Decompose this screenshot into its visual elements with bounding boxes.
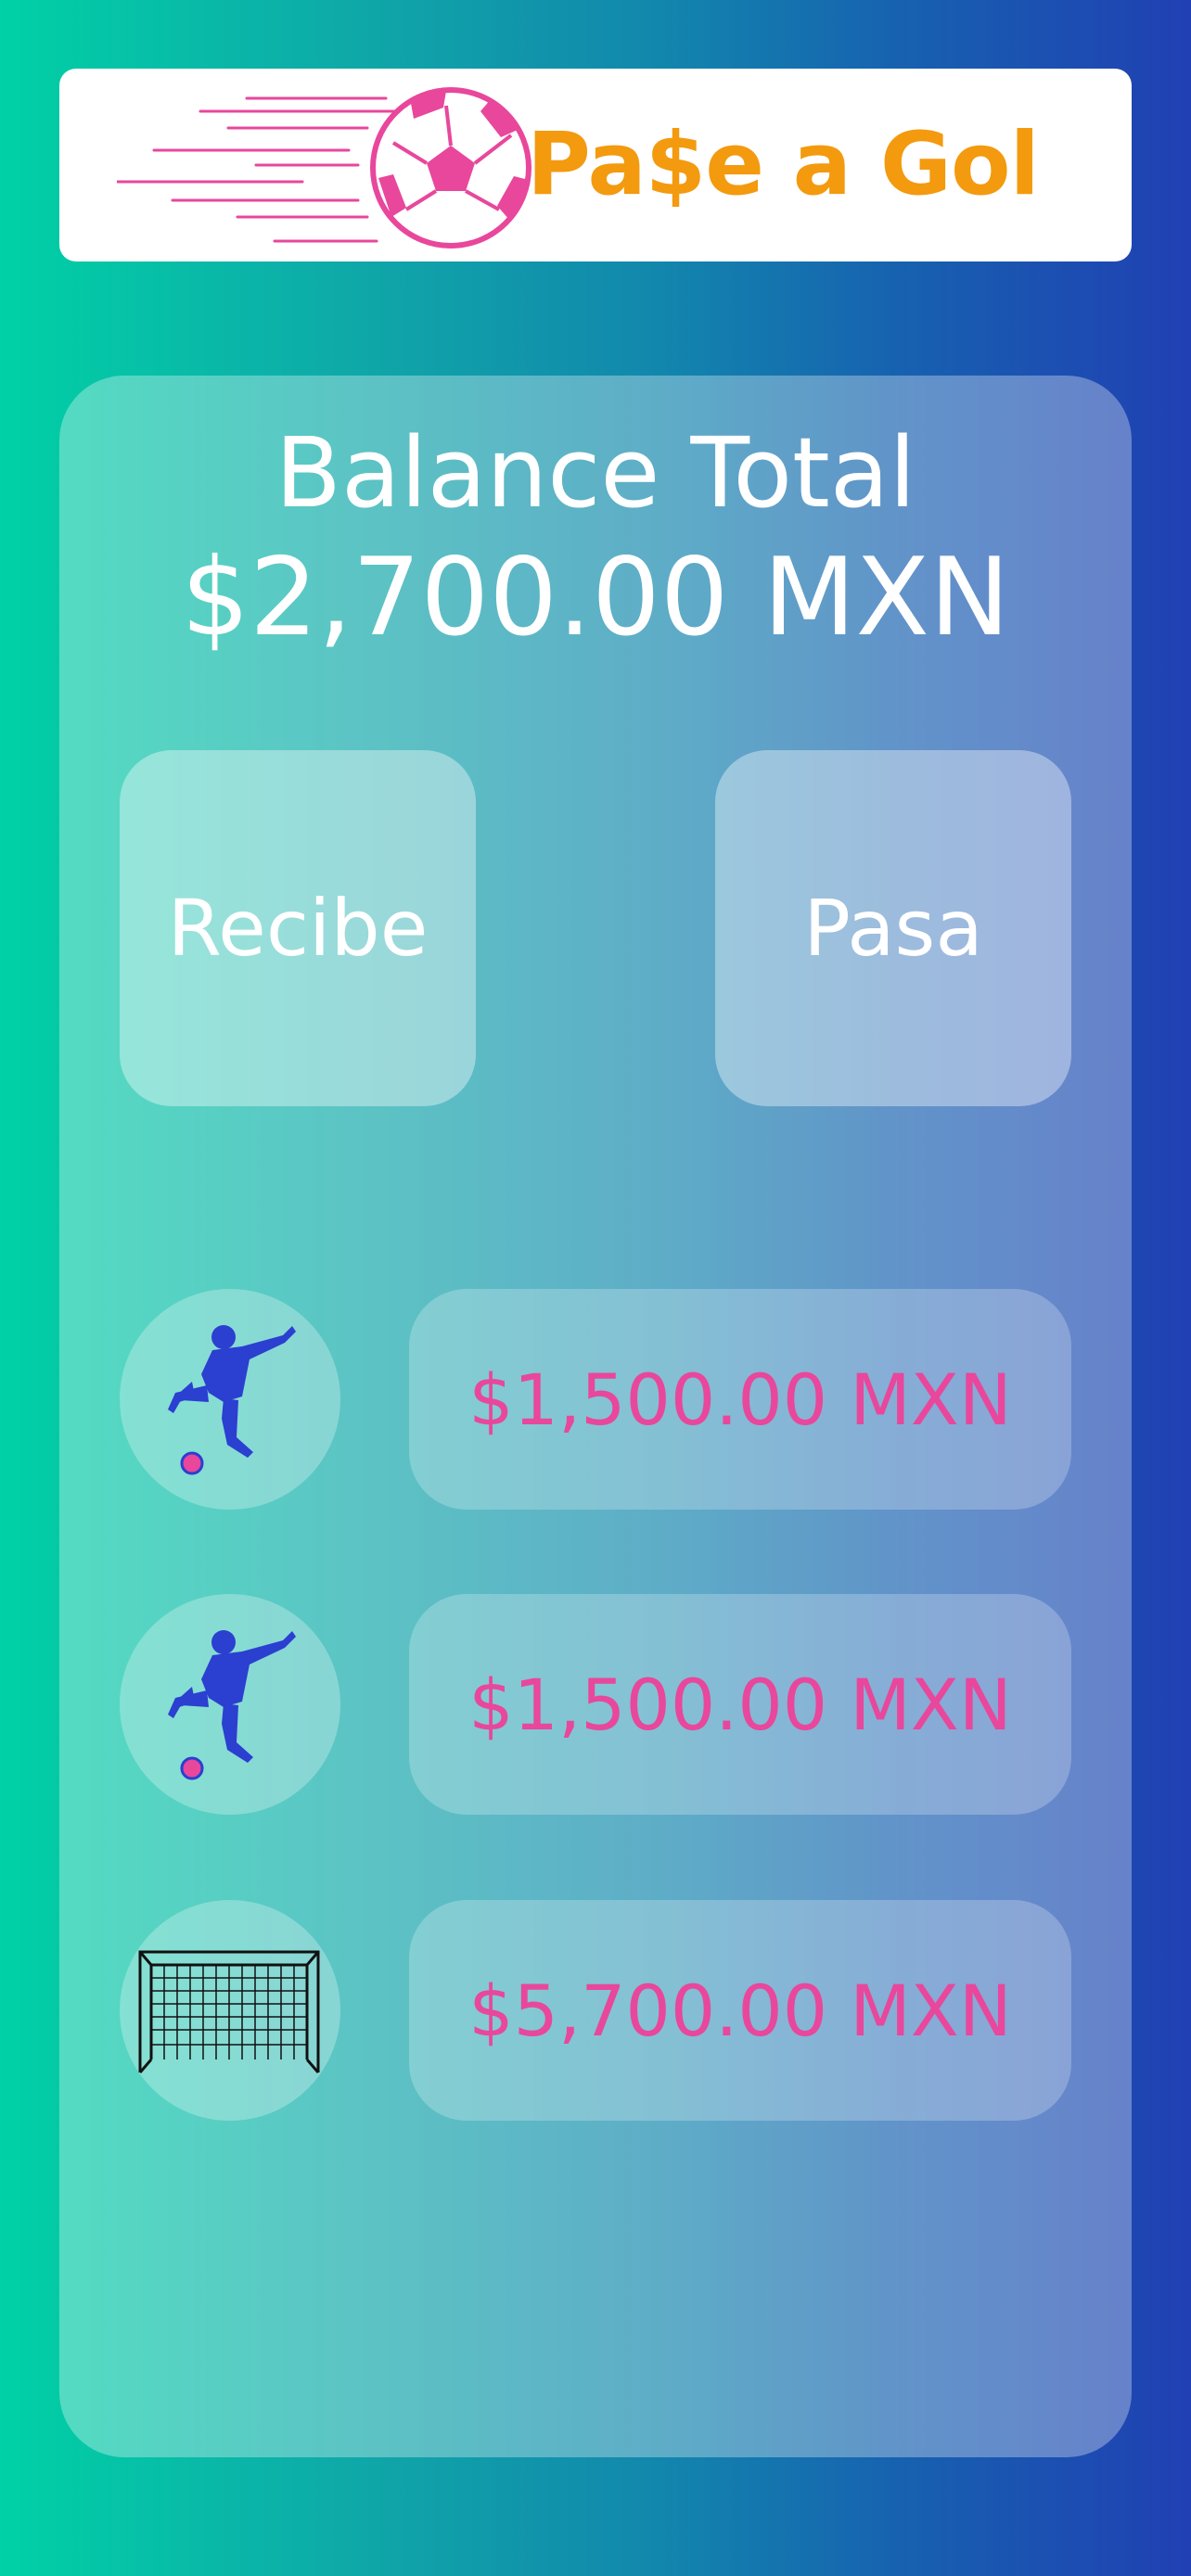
recibe-button-label: Recibe [167,883,429,974]
transaction-avatar [120,1289,340,1510]
transaction-amount[interactable]: $1,500.00 MXN [409,1594,1071,1815]
app-brand-title: Pa$e a Gol [527,114,1040,215]
transaction-amount[interactable]: $1,500.00 MXN [409,1289,1071,1510]
balance-amount: $2,700.00 MXN [181,535,1010,660]
soccer-player-kick-icon [168,1325,296,1475]
soccer-player-kick-icon [168,1630,296,1780]
pasa-button[interactable]: Pasa [715,750,1071,1106]
transaction-amount[interactable]: $5,700.00 MXN [409,1900,1071,2121]
transaction-avatar [120,1900,340,2121]
transaction-avatar [120,1594,340,1815]
pasa-button-label: Pasa [803,883,983,974]
soccer-ball-speed-icon [117,87,531,249]
soccer-goal-net-icon [138,1950,320,2073]
balance-title: Balance Total [275,416,916,529]
app-header: Pa$e a Gol [59,69,1132,261]
recibe-button[interactable]: Recibe [120,750,476,1106]
